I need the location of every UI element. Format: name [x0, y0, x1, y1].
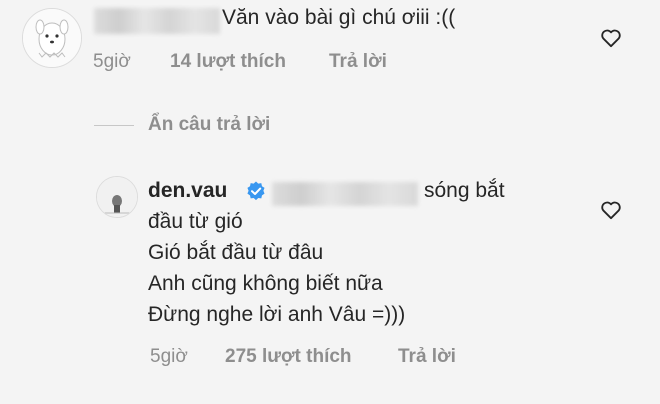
reply-text-line: Gió bắt đầu từ đâu [148, 241, 324, 264]
heart-outline-icon[interactable] [600, 200, 622, 220]
commenter-avatar[interactable] [22, 8, 82, 68]
comment-likes[interactable]: 14 lượt thích [170, 51, 286, 73]
ghost-dog-icon [23, 9, 81, 67]
person-avatar-icon [97, 177, 137, 217]
reply-time: 5giờ [150, 346, 188, 367]
reply-text-line: Anh cũng không biết nữa [148, 272, 383, 295]
comment-text: Văn vào bài gì chú ơiii :(( [222, 6, 456, 29]
comment-time: 5giờ [93, 51, 131, 72]
redacted-mention [272, 182, 418, 206]
hide-replies-divider [94, 125, 134, 126]
reply-text-line: Đừng nghe lời anh Vâu =))) [148, 303, 406, 326]
reply-button[interactable]: Trả lời [329, 51, 387, 73]
reply-text-line: đầu từ gió [148, 210, 243, 233]
reply-avatar[interactable] [96, 176, 138, 218]
reply-text-line1-rest: sóng bắt [424, 179, 505, 202]
reply-button[interactable]: Trả lời [398, 346, 456, 368]
heart-outline-icon[interactable] [600, 28, 622, 48]
hide-replies-button[interactable]: Ẩn câu trả lời [148, 114, 270, 136]
reply-likes[interactable]: 275 lượt thích [225, 346, 352, 368]
redacted-mention [94, 8, 220, 34]
reply-username[interactable]: den.vau [148, 175, 227, 206]
verified-badge-icon [247, 181, 265, 201]
